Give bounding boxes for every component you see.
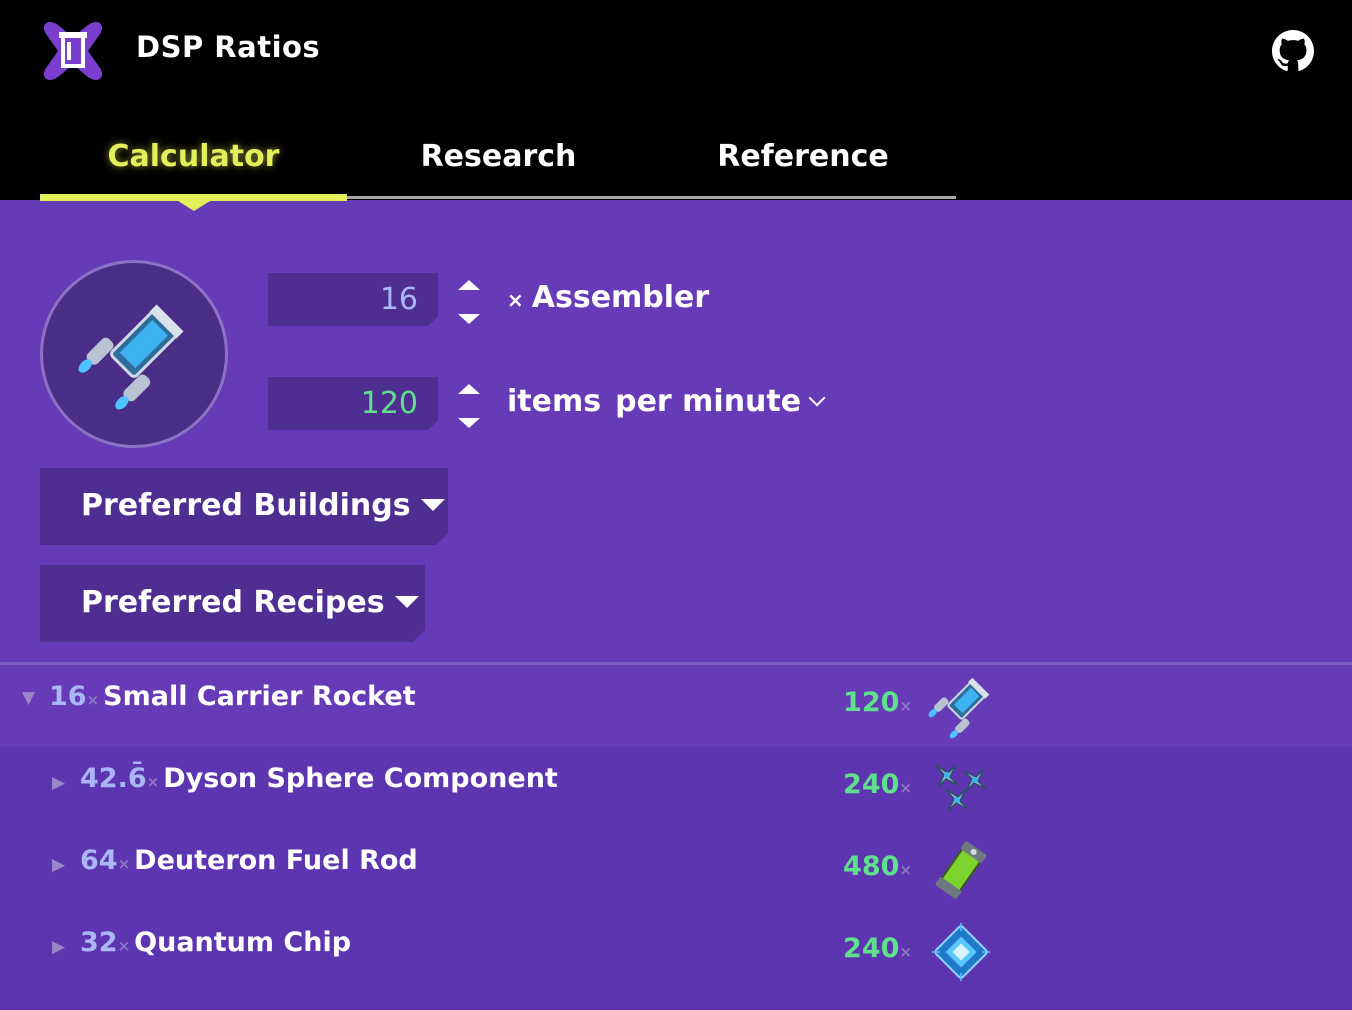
increment-icon[interactable] (458, 280, 480, 290)
tab-reference[interactable]: Reference (650, 110, 956, 198)
result-label: 64× Deuteron Fuel Rod (80, 845, 418, 876)
result-label: 32× Quantum Chip (80, 927, 351, 958)
item-name: Small Carrier Rocket (103, 681, 416, 712)
preferred-buildings-button[interactable]: Preferred Buildings (40, 468, 448, 545)
expand-toggle-icon[interactable]: ▼ (22, 688, 35, 708)
rate-value: 240 (843, 933, 900, 964)
rate-stepper[interactable] (456, 380, 482, 430)
app-title: DSP Ratios (136, 30, 321, 64)
rate-unit-select[interactable]: per minute (615, 384, 826, 419)
tab-active-caret (178, 201, 210, 211)
result-row[interactable]: ▶ 32× Quantum Chip 240× (0, 911, 1352, 1010)
building-count: 64 (80, 845, 118, 876)
increment-icon[interactable] (458, 384, 480, 394)
building-count-input[interactable] (268, 273, 438, 326)
dyson-sphere-component-icon (935, 764, 987, 812)
preferred-buildings-label: Preferred Buildings (81, 488, 411, 523)
preferred-recipes-button[interactable]: Preferred Recipes (40, 565, 425, 642)
building-count: 16 (49, 681, 87, 712)
tab-calculator[interactable]: Calculator (40, 110, 347, 198)
item-name: Dyson Sphere Component (163, 763, 558, 794)
tab-research[interactable]: Research (347, 110, 650, 198)
result-row[interactable]: ▶ 64× Deuteron Fuel Rod 480× (0, 829, 1352, 911)
preferred-recipes-label: Preferred Recipes (81, 585, 385, 620)
dsp-ratios-logo-icon[interactable] (40, 18, 106, 84)
result-label: 16× Small Carrier Rocket (49, 681, 416, 712)
rate-label: items per minute (507, 384, 826, 419)
caret-down-icon (421, 499, 445, 511)
times-symbol: × (899, 861, 912, 879)
chevron-down-icon (808, 389, 826, 407)
building-name: Assembler (531, 280, 710, 315)
item-selector[interactable] (40, 260, 228, 448)
times-symbol: × (146, 773, 160, 791)
tab-active-indicator (40, 194, 347, 201)
items-label: items (507, 384, 602, 419)
rate-unit-value: per minute (615, 384, 802, 419)
decrement-icon[interactable] (458, 314, 480, 324)
building-label: × Assembler (507, 280, 709, 315)
main-tabs: Calculator Research Reference (40, 110, 956, 211)
rate-input[interactable] (268, 377, 438, 430)
times-symbol: × (899, 779, 912, 797)
result-row[interactable]: ▶ 42.6̄× Dyson Sphere Component 240× (0, 747, 1352, 829)
building-count-stepper[interactable] (456, 276, 482, 326)
tab-rail (347, 196, 956, 199)
times-symbol: × (899, 943, 912, 961)
app-header: DSP Ratios Calculator Research Reference (0, 0, 1352, 211)
item-rate: 240× (843, 933, 916, 964)
result-row-root[interactable]: ▼ 16× Small Carrier Rocket 120× (0, 665, 1352, 747)
quantum-chip-icon (932, 923, 990, 981)
decrement-icon[interactable] (458, 418, 480, 428)
expand-toggle-icon[interactable]: ▶ (52, 773, 65, 793)
item-name: Quantum Chip (134, 927, 352, 958)
times-symbol: × (86, 691, 100, 709)
times-symbol: × (117, 937, 131, 955)
rate-value: 120 (843, 687, 900, 718)
deuteron-fuel-rod-icon (935, 841, 987, 899)
expand-toggle-icon[interactable]: ▶ (52, 855, 65, 875)
small-carrier-rocket-icon (928, 677, 990, 739)
result-label: 42.6̄× Dyson Sphere Component (80, 763, 558, 794)
times-symbol: × (899, 697, 912, 715)
building-count: 32 (80, 927, 118, 958)
github-icon[interactable] (1272, 30, 1314, 72)
rate-value: 240 (843, 769, 900, 800)
times-symbol: × (117, 855, 131, 873)
building-count: 42.6̄ (80, 763, 147, 794)
item-rate: 120× (843, 687, 916, 718)
times-symbol: × (507, 288, 524, 312)
rate-value: 480 (843, 851, 900, 882)
item-name: Deuteron Fuel Rod (134, 845, 418, 876)
small-carrier-rocket-icon (78, 304, 184, 410)
item-rate: 240× (843, 769, 916, 800)
item-rate: 480× (843, 851, 916, 882)
caret-down-icon (395, 596, 419, 608)
expand-toggle-icon[interactable]: ▶ (52, 937, 65, 957)
